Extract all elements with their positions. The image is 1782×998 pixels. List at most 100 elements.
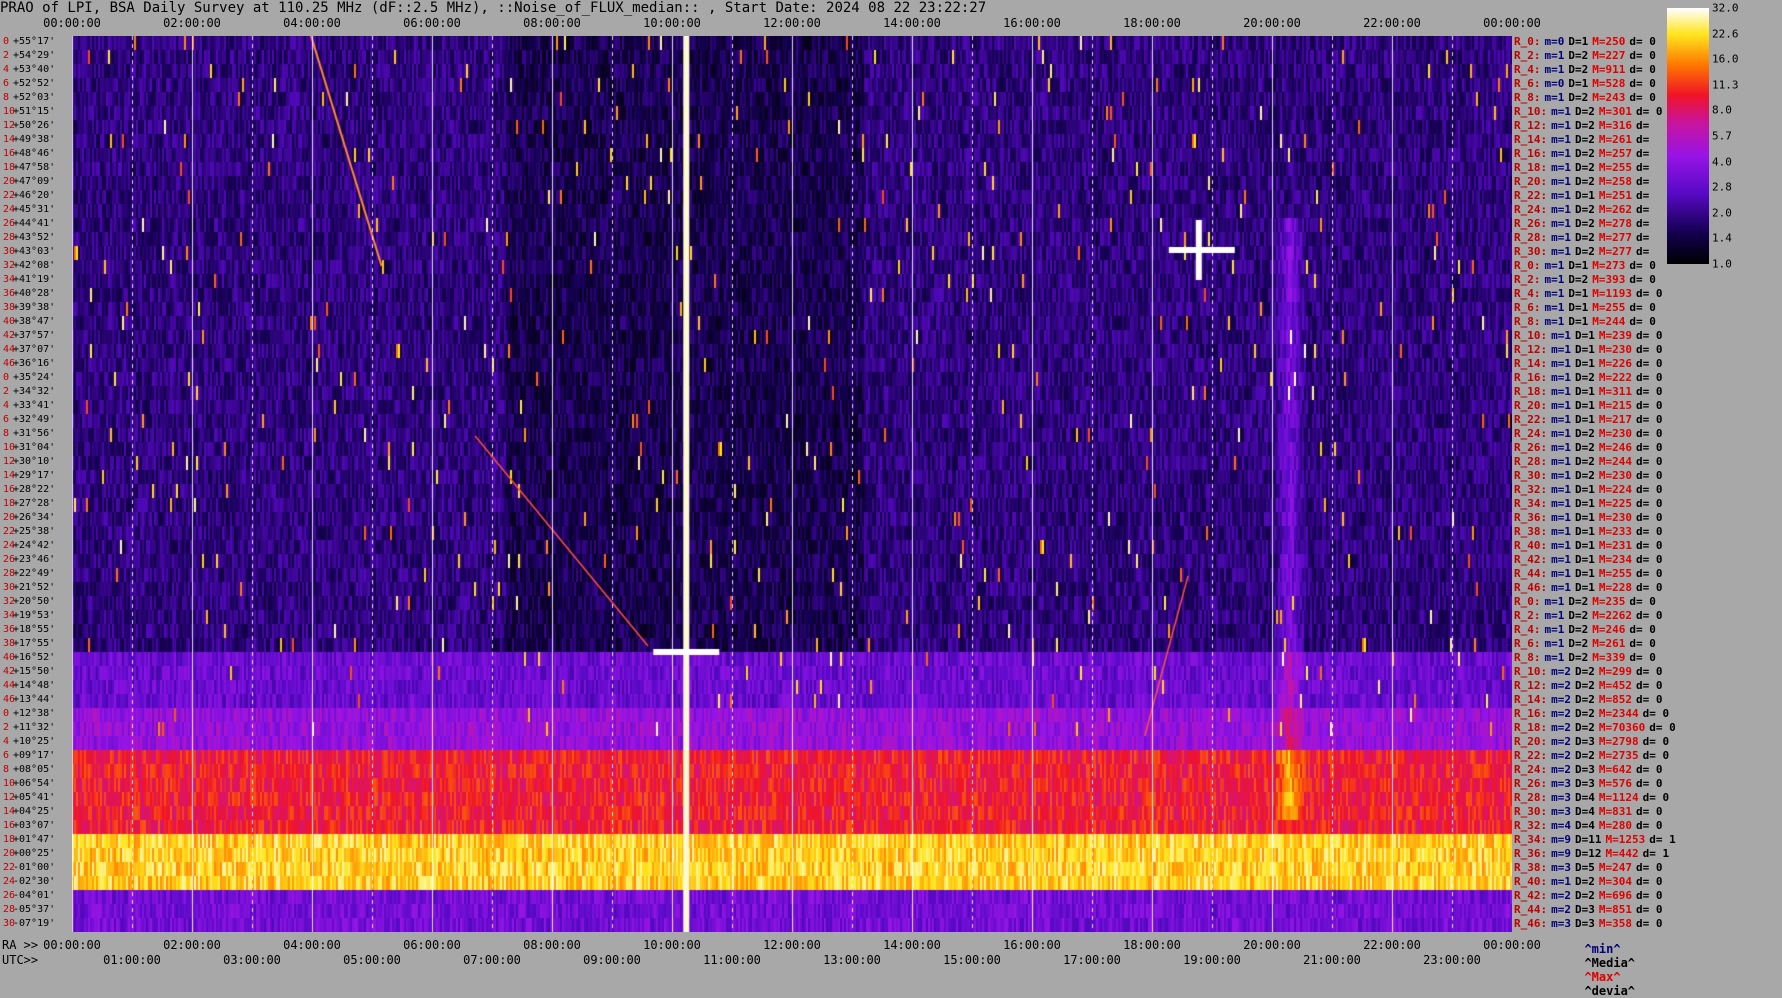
stat-min: m=1 — [1544, 301, 1565, 314]
declination-index: 12 — [3, 792, 16, 803]
declination-row: 4 +10°25' — [3, 736, 55, 747]
utc-axis-label: UTC>> — [2, 953, 39, 967]
stat-max: M=316 — [1598, 119, 1632, 132]
declination-row: 40+38°47' — [3, 316, 55, 327]
stat-row: R_30: m=3 D=4 M=831 d= 0 — [1514, 805, 1667, 818]
declination-row: 32+20°50' — [3, 596, 55, 607]
stat-row: R_26: m=1 D=2 M=246 d= 0 — [1514, 441, 1667, 454]
declination-row: 16+28°22' — [3, 484, 55, 495]
stat-max: M=304 — [1598, 875, 1632, 888]
stat-median: D=1 — [1575, 567, 1595, 580]
declination-row: 36+18°55' — [3, 624, 55, 635]
declination-index: 34 — [3, 610, 16, 621]
stat-row-name: R_14: — [1514, 693, 1548, 706]
stat-min: m=2 — [1551, 679, 1571, 692]
stat-min: m=1 — [1551, 329, 1571, 342]
stat-devia: d= 0 — [1629, 637, 1656, 650]
stat-row-name: R_0: — [1514, 259, 1541, 272]
stat-row-name: R_22: — [1514, 413, 1548, 426]
declination-index: 36 — [3, 288, 16, 299]
stat-max: M=257 — [1598, 147, 1632, 160]
declination-value: -02°30' — [13, 876, 56, 887]
declination-index: 26 — [3, 890, 16, 901]
declination-value: +24°42' — [13, 540, 56, 551]
stat-row: R_38: m=3 D=5 M=247 d= 0 — [1514, 861, 1667, 874]
legend-min: ^min^ — [1584, 942, 1621, 956]
stat-row-name: R_38: — [1514, 861, 1548, 874]
stat-row: R_10: m=2 D=2 M=299 d= 0 — [1514, 665, 1667, 678]
stat-devia: d= 0 — [1629, 259, 1656, 272]
stat-median: D=1 — [1568, 35, 1589, 48]
stat-devia: d= 1 — [1649, 833, 1676, 846]
stat-max: M=230 — [1598, 511, 1632, 524]
declination-index: 46 — [3, 358, 16, 369]
heatmap-canvas[interactable] — [72, 36, 1512, 932]
colorbar-tick-label: 32.0 — [1712, 1, 1739, 15]
stat-max: M=576 — [1598, 777, 1632, 790]
stat-max: M=227 — [1592, 49, 1626, 62]
declination-index: 8 — [3, 764, 10, 775]
stat-row: R_10: m=1 D=1 M=239 d= 0 — [1514, 329, 1667, 342]
declination-row: 2 +11°32' — [3, 722, 55, 733]
stat-min: m=1 — [1551, 553, 1571, 566]
declination-row: 16+48°46' — [3, 148, 55, 159]
stat-devia: d= 0 — [1636, 665, 1663, 678]
declination-value: +33°41' — [13, 400, 56, 411]
declination-value: +16°52' — [13, 652, 56, 663]
stat-row: R_0: m=1 D=1 M=273 d= 0 — [1514, 259, 1660, 272]
stat-min: m=2 — [1551, 889, 1571, 902]
stat-median: D=2 — [1575, 217, 1595, 230]
stat-devia: d= 0 — [1636, 287, 1663, 300]
stat-min: m=1 — [1551, 385, 1571, 398]
stat-min: m=1 — [1551, 581, 1571, 594]
stat-row-name: R_18: — [1514, 385, 1548, 398]
stat-median: D=3 — [1575, 735, 1595, 748]
stat-min: m=1 — [1551, 497, 1571, 510]
top-tick-label: 00:00:00 — [43, 16, 101, 30]
stat-row: R_16: m=1 D=2 M=222 d= 0 — [1514, 371, 1667, 384]
declination-index: 36 — [3, 624, 16, 635]
stat-min: m=1 — [1551, 875, 1571, 888]
stat-min: m=1 — [1551, 371, 1571, 384]
stat-min: m=1 — [1551, 189, 1571, 202]
declination-value: +28°22' — [13, 484, 56, 495]
stat-max: M=251 — [1598, 189, 1632, 202]
stat-max: M=244 — [1592, 315, 1626, 328]
stat-devia: d= 0 — [1636, 441, 1663, 454]
stat-min: m=2 — [1551, 721, 1571, 734]
stat-row: R_22: m=2 D=2 M=2735 d= 0 — [1514, 749, 1673, 762]
declination-value: -05°37' — [13, 904, 56, 915]
stat-row: R_22: m=1 D=1 M=251 d= — [1514, 189, 1653, 202]
stat-min: m=3 — [1551, 777, 1571, 790]
stat-min: m=2 — [1551, 693, 1571, 706]
stat-row: R_6: m=0 D=1 M=528 d= 0 — [1514, 77, 1660, 90]
declination-value: +44°41' — [13, 218, 56, 229]
stat-row: R_28: m=1 D=2 M=277 d= — [1514, 231, 1653, 244]
declination-index: 28 — [3, 568, 16, 579]
declination-index: 32 — [3, 596, 16, 607]
declination-row: 20+00°25' — [3, 848, 55, 859]
stat-max: M=2344 — [1598, 707, 1639, 720]
stat-max: M=70360 — [1598, 721, 1646, 734]
stat-devia: d= 0 — [1629, 49, 1656, 62]
declination-value: +40°28' — [13, 288, 56, 299]
stat-devia: d= 0 — [1629, 651, 1656, 664]
declination-row: 22-01°00' — [3, 862, 55, 873]
stat-devia: d= — [1636, 161, 1650, 174]
declination-index: 38 — [3, 302, 16, 313]
heatmap-plot[interactable] — [72, 36, 1512, 932]
stat-devia: d= 0 — [1636, 525, 1663, 538]
stat-min: m=1 — [1544, 91, 1565, 104]
stat-devia: d= 0 — [1636, 763, 1663, 776]
stat-max: M=230 — [1598, 427, 1632, 440]
declination-row: 6 +09°17' — [3, 750, 55, 761]
stat-min: m=1 — [1551, 147, 1571, 160]
stat-devia: d= 1 — [1642, 847, 1670, 860]
stat-row-name: R_6: — [1514, 637, 1541, 650]
stat-median: D=1 — [1575, 329, 1595, 342]
stat-devia: d= 0 — [1629, 77, 1656, 90]
colorbar — [1667, 8, 1709, 264]
stat-median: D=3 — [1575, 763, 1595, 776]
stat-row-name: R_34: — [1514, 833, 1548, 846]
stat-row: R_4: m=1 D=1 M=1193 d= 0 — [1514, 287, 1667, 300]
